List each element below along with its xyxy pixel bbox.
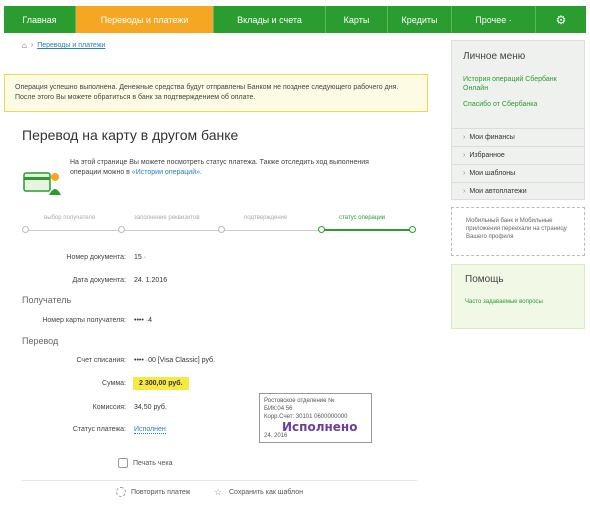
success-notice: Операция успешно выполнена. Денежные сре… bbox=[4, 74, 428, 112]
help-title: Помощь bbox=[465, 274, 504, 285]
nav-credits[interactable]: Кредиты bbox=[388, 6, 452, 33]
printer-icon bbox=[118, 458, 128, 468]
print-receipt-button[interactable]: Печать чека bbox=[118, 458, 173, 468]
nav-transfers[interactable]: Переводы и платежи bbox=[76, 6, 214, 33]
save-template-label: Сохранить как шаблон bbox=[229, 488, 303, 496]
help-box: Помощь Часто задаваемые вопросы bbox=[451, 264, 585, 329]
personal-menu: Личное меню История операций Сбербанк Он… bbox=[451, 40, 585, 200]
bank-stamp: Ростовское отделение № БИК:04 56 Корр.Сч… bbox=[259, 393, 372, 443]
step-dot bbox=[218, 226, 225, 233]
sidebar-item-templates[interactable]: Мои шаблоны bbox=[452, 164, 584, 182]
step-select-recipient: выбор получателя bbox=[44, 215, 96, 221]
top-nav: Главная Переводы и платежи Вклады и счет… bbox=[4, 6, 586, 33]
breadcrumb: ⌂ › Переводы и платежи bbox=[22, 41, 105, 50]
sidebar-item-autopayments[interactable]: Мои автоплатежи bbox=[452, 182, 584, 200]
operations-history-link[interactable]: «Истории операций» bbox=[132, 169, 200, 176]
save-template-button[interactable]: ☆ Сохранить как шаблон bbox=[214, 487, 303, 497]
sum-value: 2 300,00 руб. bbox=[133, 377, 189, 390]
doc-date-value: 24. 1.2016 bbox=[134, 277, 168, 284]
home-icon[interactable]: ⌂ bbox=[22, 41, 27, 50]
repeat-payment-button[interactable]: Повторить платеж bbox=[116, 487, 190, 497]
step-dot-active bbox=[318, 226, 325, 233]
card-number-label: Номер карты получателя: bbox=[42, 317, 126, 324]
stamp-date: 24. 2016 bbox=[264, 433, 288, 439]
sum-label: Сумма: bbox=[102, 380, 126, 387]
recipient-section-title: Получатель bbox=[22, 295, 72, 305]
step-dot bbox=[118, 226, 125, 233]
account-label: Счет списания: bbox=[76, 357, 126, 364]
history-link[interactable]: История операций Сбербанк Онлайн bbox=[463, 75, 583, 93]
doc-number-value: 15 · bbox=[134, 254, 147, 261]
step-confirm: подтверждение bbox=[244, 215, 288, 221]
spasibo-link[interactable]: Спасибо от Сбербанка bbox=[463, 100, 583, 109]
stamp-line: Ростовское отделение № bbox=[264, 398, 335, 404]
sidebar-item-favorites[interactable]: Избранное bbox=[452, 146, 584, 164]
breadcrumb-link-transfers[interactable]: Переводы и платежи bbox=[37, 42, 105, 49]
repeat-icon bbox=[116, 487, 126, 497]
nav-cards[interactable]: Карты bbox=[326, 6, 388, 33]
print-receipt-label: Печать чека bbox=[133, 459, 173, 467]
step-dot bbox=[22, 226, 29, 233]
nav-deposits[interactable]: Вклады и счета bbox=[214, 6, 326, 33]
breadcrumb-separator: › bbox=[30, 42, 34, 49]
status-label: Статус платежа: bbox=[72, 426, 126, 433]
doc-date-label: Дата документа: bbox=[72, 277, 126, 284]
step-dot-active bbox=[409, 226, 416, 233]
fee-label: Комиссия: bbox=[92, 404, 126, 411]
progress-steps: выбор получателя заполнение реквизитов п… bbox=[22, 212, 417, 240]
page-title: Перевод на карту в другом банке bbox=[22, 127, 239, 143]
step-line bbox=[24, 230, 320, 231]
stamp-status: Исполнено bbox=[282, 420, 358, 434]
fee-value: 34,50 руб. bbox=[134, 404, 167, 411]
gear-icon[interactable]: ⚙ bbox=[536, 6, 586, 33]
step-status: статус операции bbox=[339, 215, 386, 221]
status-value-wrap: Исполнен bbox=[134, 426, 166, 434]
mobile-bank-note[interactable]: Мобильный банк и Мобильные приложения пе… bbox=[451, 207, 585, 256]
account-value: •••• ·00 [Visa Classic] руб. bbox=[134, 357, 215, 364]
info-text: На этой странице Вы можете посмотреть ст… bbox=[70, 159, 369, 176]
sidebar-item-finances[interactable]: Мои финансы bbox=[452, 128, 584, 146]
personal-menu-title: Личное меню bbox=[463, 51, 526, 62]
faq-link[interactable]: Часто задаваемые вопросы bbox=[465, 298, 555, 306]
repeat-payment-label: Повторить платеж bbox=[131, 488, 191, 496]
stamp-line: БИК:04 56 bbox=[264, 406, 293, 412]
step-line-active bbox=[320, 229, 412, 231]
status-value[interactable]: Исполнен bbox=[134, 426, 166, 434]
nav-home[interactable]: Главная bbox=[4, 6, 76, 33]
card-number-value: •••• ·4 bbox=[134, 317, 152, 324]
step-fill-details: заполнение реквизитов bbox=[134, 215, 200, 221]
nav-other[interactable]: Прочее · bbox=[452, 6, 536, 33]
doc-number-label: Номер документа: bbox=[66, 254, 126, 261]
card-transfer-icon bbox=[23, 172, 61, 195]
divider bbox=[22, 480, 417, 481]
transfer-section-title: Перевод bbox=[22, 336, 59, 346]
star-icon: ☆ bbox=[214, 487, 223, 497]
